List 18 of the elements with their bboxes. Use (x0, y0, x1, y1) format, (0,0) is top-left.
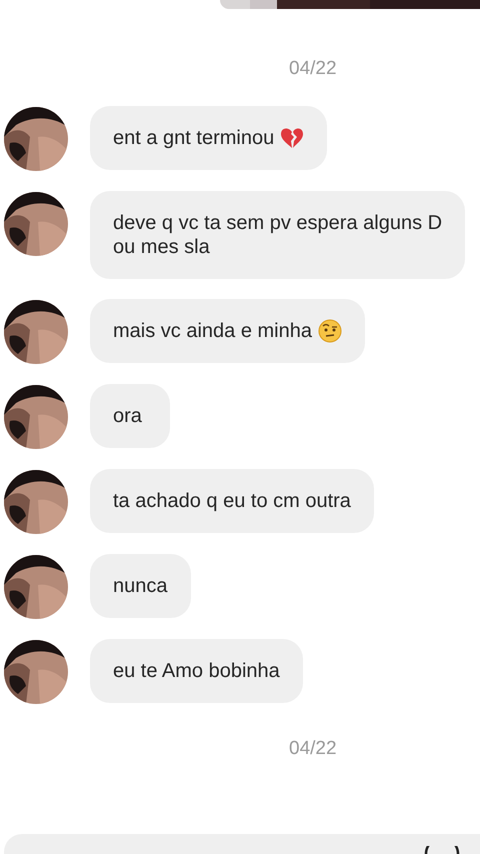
message-bubble[interactable]: ora (90, 384, 170, 448)
broken-heart-icon (280, 126, 304, 150)
message-text: eu te Amo bobinha (113, 659, 280, 683)
message-bubble[interactable]: eu te Amo bobinha (90, 639, 303, 703)
date-label: 04/22 (289, 58, 337, 80)
message-bubble[interactable]: ta achado q eu to cm outra (90, 469, 374, 533)
message-text: mais vc ainda e minha (113, 319, 312, 343)
message-text: nunca (113, 574, 168, 598)
message-text: deve q vc ta sem pv espera alguns D ou mes sla (113, 211, 442, 259)
message-bubble[interactable]: deve q vc ta sem pv espera alguns D ou mes sla (90, 191, 466, 279)
message-bubble[interactable]: ent a gnt terminou (90, 106, 328, 170)
message-text: ent a gnt terminou (113, 126, 274, 150)
message-bubble[interactable]: nunca (90, 554, 190, 618)
message-text: ora (113, 404, 142, 428)
message-bubble[interactable]: mais vc ainda e minha (90, 299, 365, 363)
message-text: ta achado q eu to cm outra (113, 489, 351, 513)
date-label: 04/22 (289, 738, 337, 760)
face-emoji-icon (318, 319, 342, 343)
